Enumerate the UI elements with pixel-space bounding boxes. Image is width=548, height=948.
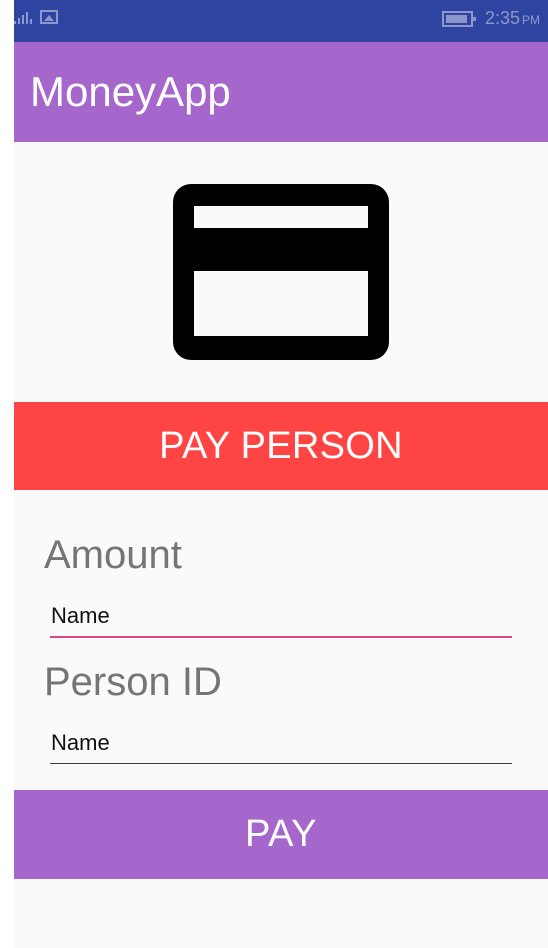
battery-level	[445, 14, 467, 23]
app-frame: 2:35PM MoneyApp PAY PERSON Amount Person…	[0, 0, 548, 948]
status-bar: 2:35 PM	[14, 0, 548, 42]
person-id-label: Person ID	[44, 660, 222, 704]
signal-icon	[14, 10, 32, 24]
app-bar: MoneyApp	[14, 42, 548, 142]
amount-input[interactable]	[50, 596, 513, 636]
credit-card-icon	[173, 184, 389, 360]
pay-person-banner: PAY PERSON	[14, 402, 548, 490]
amount-field[interactable]	[50, 596, 513, 638]
status-right-group: 2:35 PM	[441, 8, 540, 29]
pay-button[interactable]: PAY	[14, 790, 548, 879]
person-id-input[interactable]	[50, 722, 513, 763]
phone-screen: 2:35PM MoneyApp PAY PERSON Amount Person…	[14, 0, 548, 948]
status-am-pm: PM	[522, 13, 540, 27]
status-time-value: 2:35	[484, 8, 520, 28]
amount-label: Amount	[44, 533, 182, 577]
person-id-field[interactable]	[50, 722, 513, 764]
image-icon	[40, 10, 58, 24]
app-title: MoneyApp	[30, 68, 231, 115]
battery-icon	[441, 10, 476, 27]
status-left-group	[14, 10, 58, 24]
status-time: 2:35 PM	[485, 8, 540, 29]
